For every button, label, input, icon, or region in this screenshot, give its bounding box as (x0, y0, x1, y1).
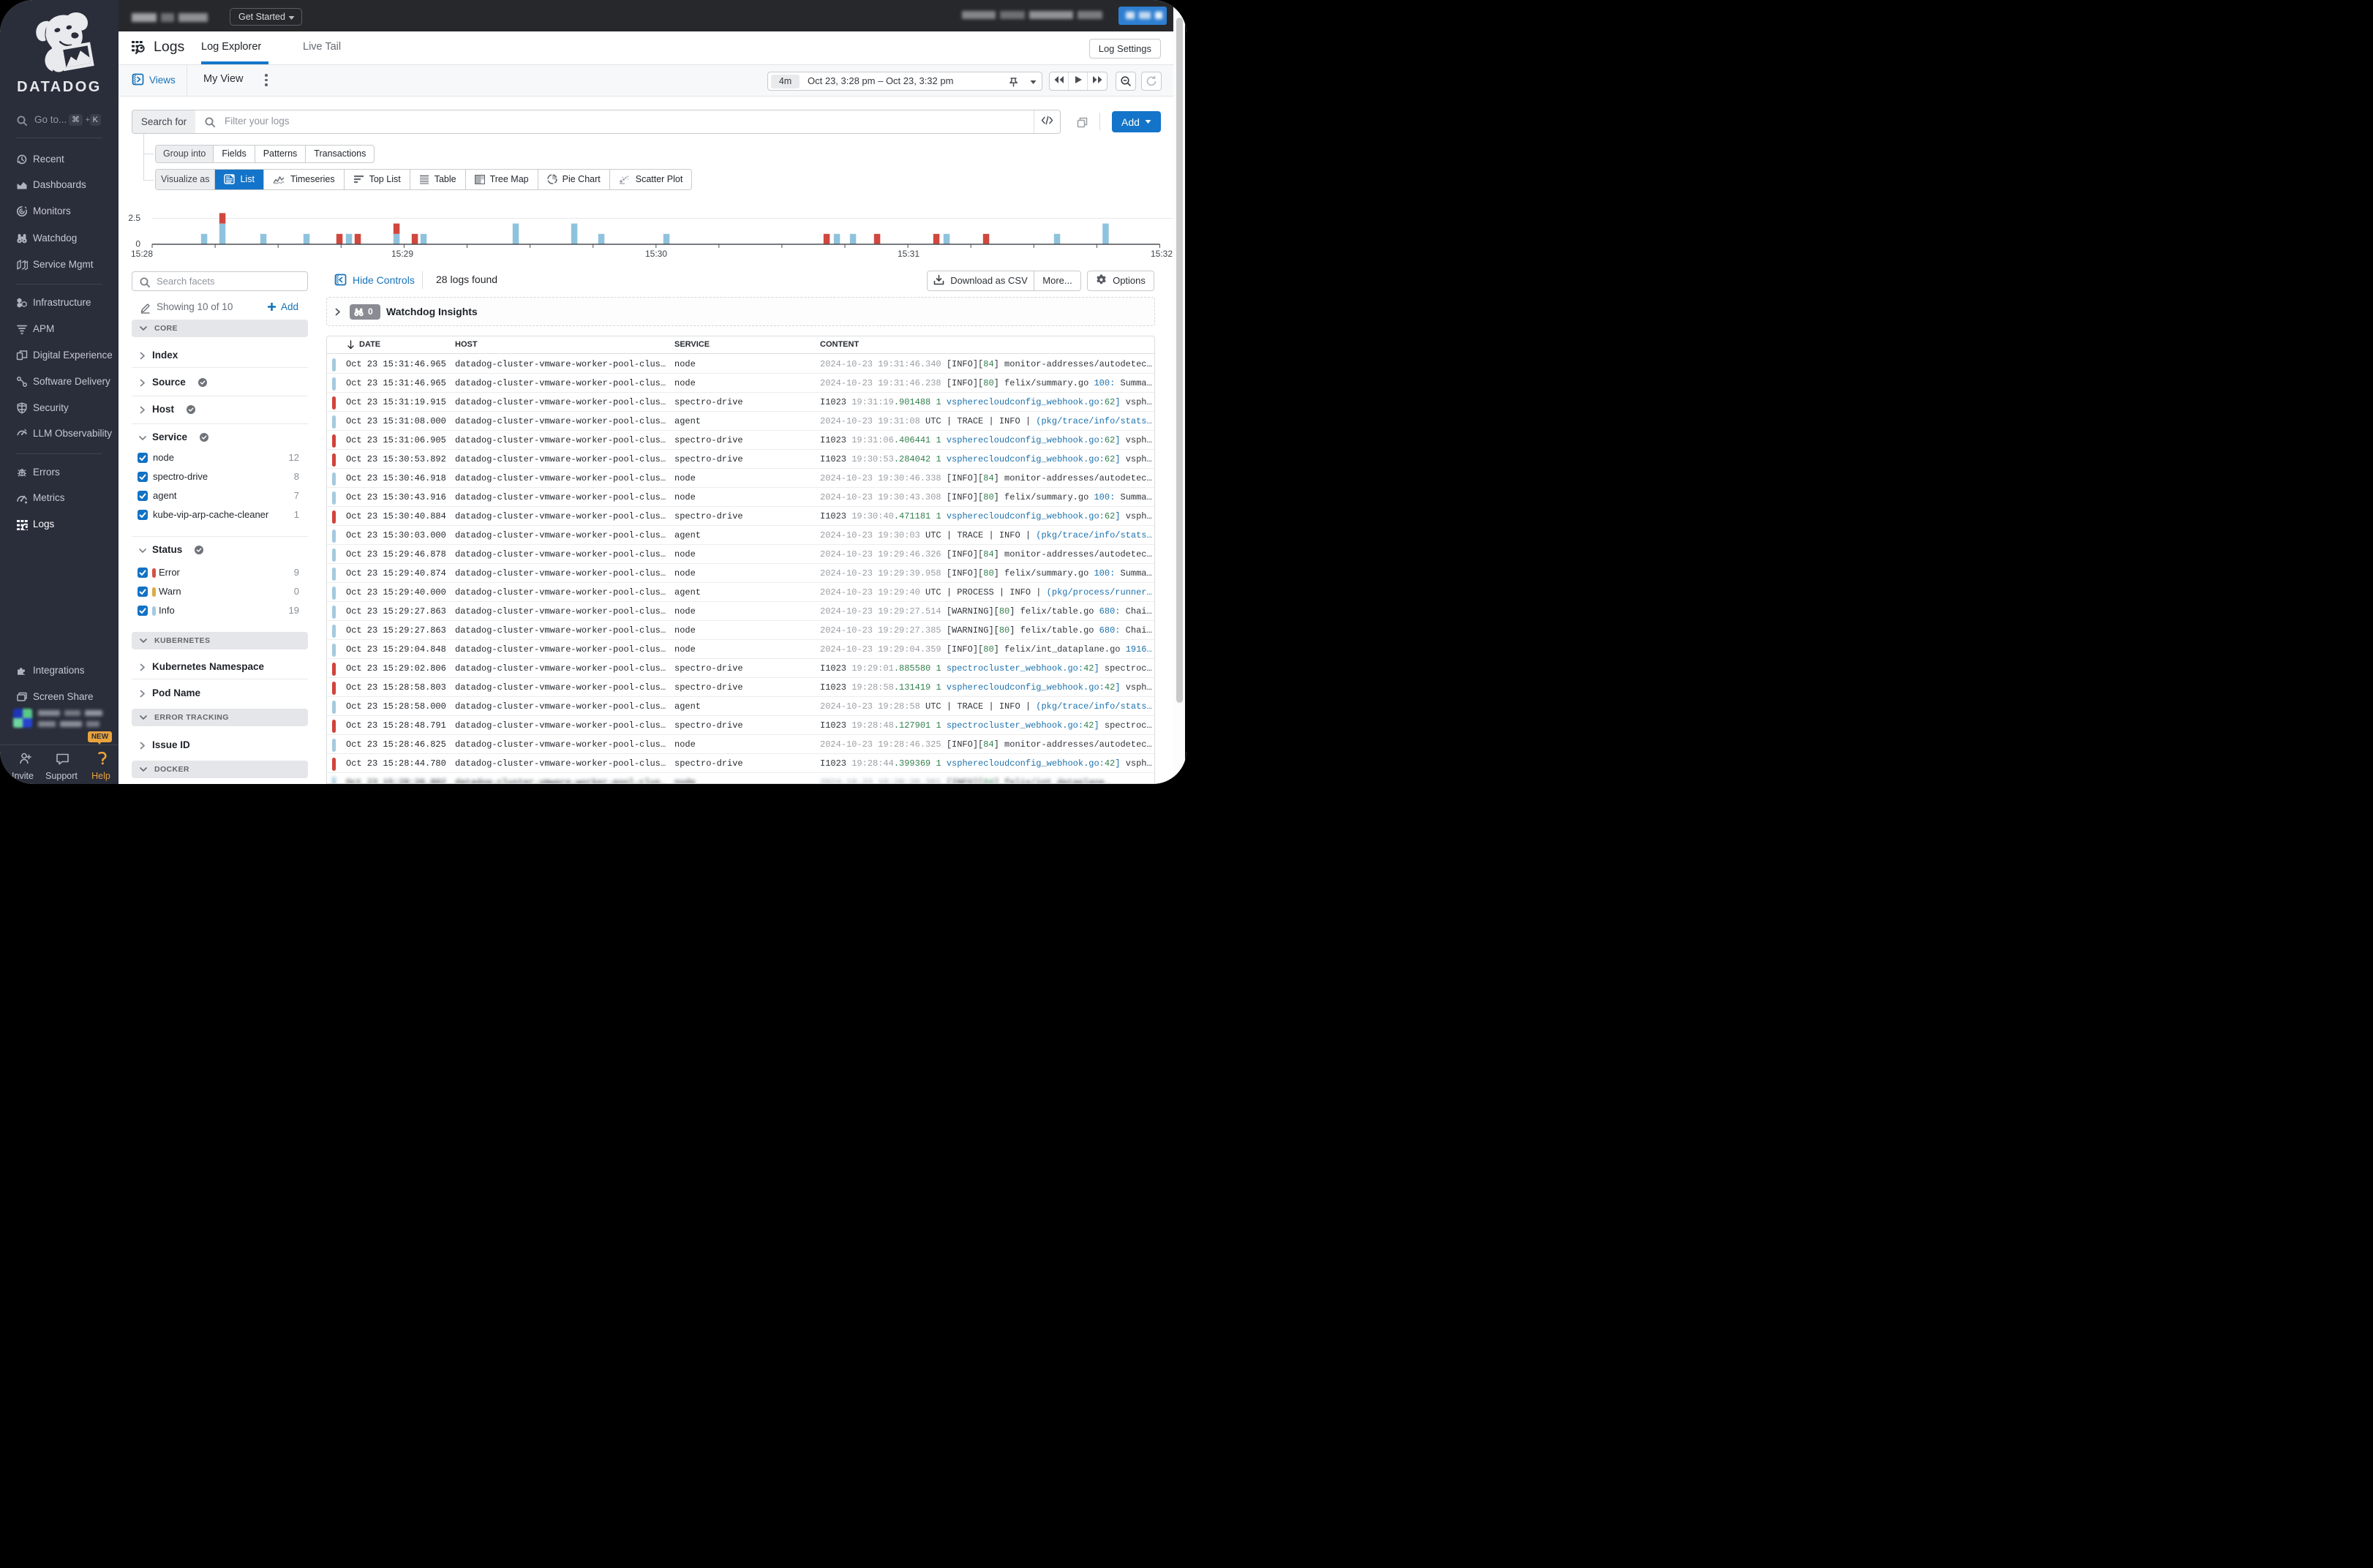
svg-text:15:31: 15:31 (898, 249, 920, 259)
svg-text:15:29: 15:29 (391, 249, 413, 259)
svg-text:0: 0 (135, 239, 140, 249)
svg-text:15:32: 15:32 (1151, 249, 1173, 259)
svg-text:15:30: 15:30 (645, 249, 667, 259)
svg-text:15:28: 15:28 (131, 249, 153, 259)
svg-text:2.5: 2.5 (128, 213, 140, 223)
